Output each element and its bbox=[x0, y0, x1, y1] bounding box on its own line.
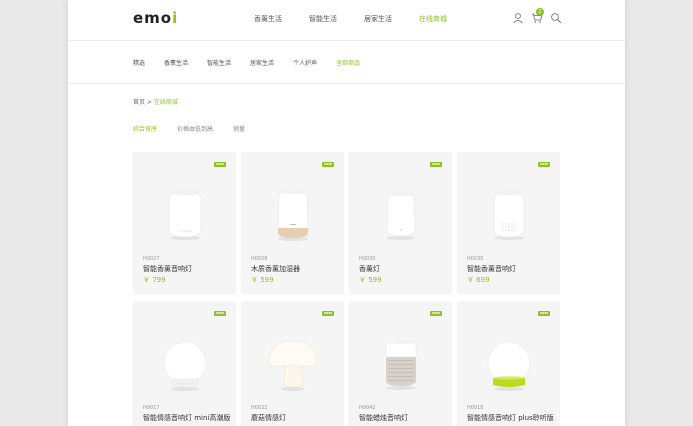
user-icon[interactable] bbox=[512, 12, 524, 24]
new-badge: NEW bbox=[430, 311, 442, 316]
new-badge: NEW bbox=[538, 311, 550, 316]
product-image-globe-lamp[interactable] bbox=[133, 327, 236, 399]
logo-text: emo bbox=[133, 9, 173, 27]
logo-text-end: i bbox=[172, 9, 179, 27]
breadcrumb-home[interactable]: 首页 bbox=[133, 99, 145, 106]
new-badge: NEW bbox=[430, 162, 442, 167]
product-price: ￥ 799 bbox=[143, 276, 166, 284]
product-name[interactable]: 智能香薰音响灯 bbox=[467, 264, 516, 274]
top-header: emoi 香薰生活 智能生活 居家生活 在线商城 2 bbox=[68, 0, 625, 41]
product-image-wood-diffuser[interactable] bbox=[241, 178, 344, 250]
new-badge: NEW bbox=[538, 162, 550, 167]
product-price: ￥ 599 bbox=[251, 276, 274, 284]
product-image-candle-speaker[interactable] bbox=[349, 327, 452, 399]
search-icon[interactable] bbox=[550, 12, 562, 24]
product-name[interactable]: 蘑菇情感灯 bbox=[251, 413, 286, 423]
page: emoi 香薰生活 智能生活 居家生活 在线商城 2 精选 香薰生活 智能生活 … bbox=[68, 0, 625, 426]
breadcrumb: 首页 > 在线商城 bbox=[133, 97, 178, 106]
new-badge: NEW bbox=[322, 311, 334, 316]
breadcrumb-current: 在线商城 bbox=[153, 99, 178, 106]
sort-default[interactable]: 综合排序 bbox=[133, 124, 157, 133]
sort-bar: 综合排序 价格由低到高 销量 bbox=[133, 124, 265, 133]
product-name[interactable]: 木质香薰加湿器 bbox=[251, 264, 300, 274]
product-card[interactable]: NEW H0017 智能情感音响灯 mini高潮版 bbox=[133, 301, 236, 426]
product-sku: H0018 bbox=[467, 405, 484, 411]
product-image-white-diffuser[interactable] bbox=[133, 178, 236, 250]
product-price: ￥ 599 bbox=[359, 276, 382, 284]
product-image-globe-lamp-green[interactable] bbox=[457, 327, 560, 399]
product-name[interactable]: 智能蜡烛音响灯 bbox=[359, 413, 408, 423]
product-card[interactable]: NEW H0027 智能香薰音响灯 ￥ 799 bbox=[133, 152, 236, 294]
sub-nav-item-personal[interactable]: 个人护声 bbox=[293, 58, 317, 67]
product-sku: H0042 bbox=[359, 405, 376, 411]
sub-nav-item-aroma[interactable]: 香薰生活 bbox=[164, 58, 188, 67]
product-name[interactable]: 香薰灯 bbox=[359, 264, 380, 274]
cart-count-badge: 2 bbox=[536, 8, 544, 16]
product-sku: H0028 bbox=[251, 256, 268, 262]
sub-nav-item-all[interactable]: 全部商品 bbox=[336, 58, 360, 67]
product-sku: H0035 bbox=[467, 256, 484, 262]
header-icons: 2 bbox=[512, 8, 569, 24]
sub-nav-item-smart[interactable]: 智能生活 bbox=[207, 58, 231, 67]
sub-nav: 精选 香薰生活 智能生活 居家生活 个人护声 全部商品 bbox=[68, 41, 625, 84]
new-badge: NEW bbox=[214, 162, 226, 167]
product-card[interactable]: NEW H0042 智能蜡烛音响灯 bbox=[349, 301, 452, 426]
sub-nav-item-featured[interactable]: 精选 bbox=[133, 58, 145, 67]
product-sku: H0027 bbox=[143, 256, 160, 262]
main-nav-item-smart[interactable]: 智能生活 bbox=[309, 14, 337, 24]
product-card[interactable]: NEW H0035 智能香薰音响灯 ￥ 699 bbox=[457, 152, 560, 294]
product-sku: H0030 bbox=[359, 256, 376, 262]
product-sku: H0022 bbox=[251, 405, 268, 411]
main-nav-item-home[interactable]: 居家生活 bbox=[364, 14, 392, 24]
cart-icon[interactable]: 2 bbox=[531, 8, 544, 24]
product-image-mushroom-lamp[interactable] bbox=[241, 327, 344, 399]
new-badge: NEW bbox=[214, 311, 226, 316]
sort-price-asc[interactable]: 价格由低到高 bbox=[177, 124, 213, 133]
product-card[interactable]: NEW H0030 香薰灯 ￥ 599 bbox=[349, 152, 452, 294]
sub-nav-item-home[interactable]: 居家生活 bbox=[250, 58, 274, 67]
sort-sales[interactable]: 销量 bbox=[233, 124, 245, 133]
product-image-speaker-diffuser[interactable] bbox=[457, 178, 560, 250]
main-nav-item-shop[interactable]: 在线商城 bbox=[419, 14, 447, 24]
product-card[interactable]: NEW H0028 木质香薰加湿器 ￥ 599 bbox=[241, 152, 344, 294]
new-badge: NEW bbox=[322, 162, 334, 167]
product-name[interactable]: 智能情感音响灯 mini高潮版 bbox=[143, 413, 230, 423]
product-name[interactable]: 智能香薰音响灯 bbox=[143, 264, 192, 274]
emoi-logo[interactable]: emoi bbox=[133, 9, 178, 27]
main-nav: 香薰生活 智能生活 居家生活 在线商城 bbox=[254, 14, 474, 24]
product-name[interactable]: 智能情感音响灯 plus聆听版 bbox=[467, 413, 554, 423]
product-image-aroma-lamp[interactable] bbox=[349, 178, 452, 250]
product-card[interactable]: NEW H0022 蘑菇情感灯 bbox=[241, 301, 344, 426]
product-price: ￥ 699 bbox=[467, 276, 490, 284]
product-sku: H0017 bbox=[143, 405, 160, 411]
breadcrumb-separator: > bbox=[145, 99, 154, 106]
product-card[interactable]: NEW H0018 智能情感音响灯 plus聆听版 bbox=[457, 301, 560, 426]
main-nav-item-aroma[interactable]: 香薰生活 bbox=[254, 14, 282, 24]
